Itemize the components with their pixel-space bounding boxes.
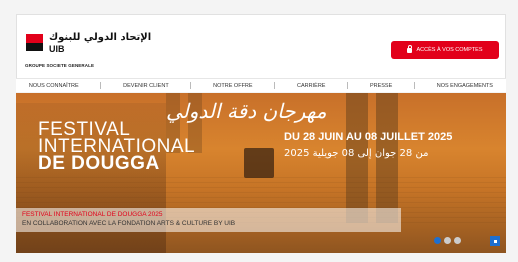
nav-divider	[414, 82, 415, 89]
slider-next-button[interactable]	[490, 236, 500, 246]
festival-title-line3: DE DOUGGA	[38, 153, 160, 174]
nav-divider	[347, 82, 349, 89]
nav-item-nos-engagements[interactable]: NOS ENGAGEMENTS	[433, 83, 497, 89]
slider-dot-1[interactable]	[434, 237, 441, 244]
slide-caption-title: FESTIVAL INTERNATIONAL DE DOUGGA 2025	[22, 211, 163, 218]
access-accounts-button[interactable]: ACCÈS À VOS COMPTES	[391, 41, 499, 59]
nav-divider	[274, 82, 276, 89]
slider-dot-3[interactable]	[454, 237, 461, 244]
brand-name-arabic: الإتحاد الدولي للبنوك	[49, 32, 152, 43]
access-accounts-label: ACCÈS À VOS COMPTES	[416, 47, 483, 53]
slider-dot-2[interactable]	[444, 237, 451, 244]
square-icon	[493, 239, 497, 243]
nav-divider	[100, 82, 102, 89]
lock-icon	[407, 44, 413, 53]
nav-divider	[190, 82, 192, 89]
slide-caption[interactable]: FESTIVAL INTERNATIONAL DE DOUGGA 2025 EN…	[16, 208, 401, 232]
uib-logo-mark[interactable]	[26, 34, 43, 51]
brand-group: GROUPE SOCIETE GENERALE	[25, 63, 95, 68]
brand-name-short: UIB	[49, 44, 65, 54]
slide-caption-subtitle: EN COLLABORATION AVEC LA FONDATION ARTS …	[22, 220, 236, 227]
nav-item-notre-offre[interactable]: NOTRE OFFRE	[209, 83, 256, 89]
nav-item-nous-connaitre[interactable]: NOUS CONNAÎTRE	[25, 83, 83, 89]
nav-item-devenir-client[interactable]: DEVENIR CLIENT	[119, 83, 173, 89]
festival-dates-fr: DU 28 JUIN AU 08 JUILLET 2025	[284, 131, 453, 143]
nav-item-presse[interactable]: PRESSE	[366, 83, 396, 89]
festival-title: FESTIVAL INTERNATIONAL DE DOUGGA	[38, 120, 195, 174]
festival-title-arabic: مهرجان دقة الدولي	[166, 99, 327, 123]
stage-ruin	[244, 148, 274, 178]
page-frame: الإتحاد الدولي للبنوك UIB GROUPE SOCIETE…	[0, 0, 518, 262]
festival-dates-ar: من 28 جوان إلى 08 جويلية 2025	[284, 148, 429, 159]
main-nav: NOUS CONNAÎTRE DEVENIR CLIENT NOTRE OFFR…	[16, 78, 506, 92]
nav-item-carriere[interactable]: CARRIÈRE	[293, 83, 329, 89]
slider-pager	[434, 237, 461, 244]
hero-banner[interactable]: FESTIVAL INTERNATIONAL DE DOUGGA مهرجان …	[16, 93, 506, 253]
